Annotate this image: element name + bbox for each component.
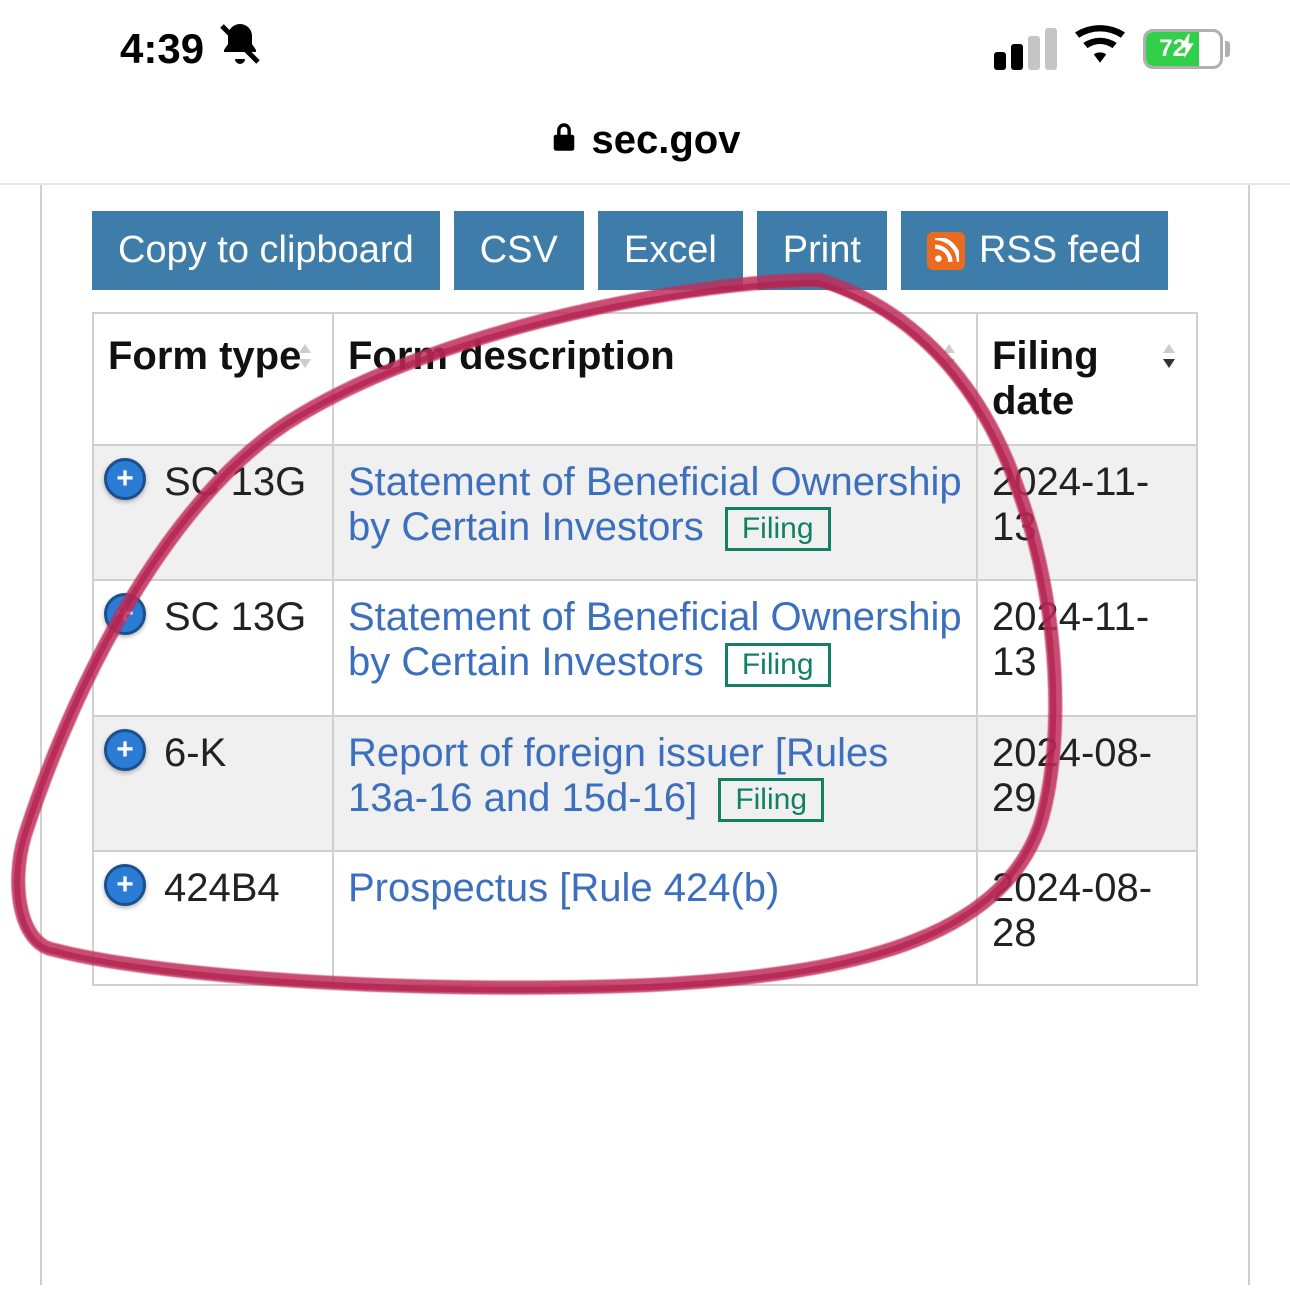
time-label: 4:39: [120, 25, 204, 73]
print-button[interactable]: Print: [757, 211, 887, 290]
table-row: + SC 13G Statement of Beneficial Ownership…: [93, 445, 1197, 580]
expand-row-button[interactable]: +: [104, 593, 146, 635]
status-bar: 4:39 72: [0, 0, 1290, 88]
excel-button[interactable]: Excel: [598, 211, 743, 290]
cell-form-description: Report of foreign issuer [Rules 13a-16 a…: [333, 716, 977, 851]
rss-label: RSS feed: [979, 229, 1142, 272]
filing-badge[interactable]: Filing: [725, 507, 831, 551]
filing-badge[interactable]: Filing: [725, 643, 831, 687]
cell-filing-date: 2024-11-13: [977, 445, 1197, 580]
filing-description-link[interactable]: Statement of Beneficial Ownership by Cer…: [348, 460, 962, 549]
rss-feed-button[interactable]: RSS feed: [901, 211, 1168, 290]
table-row: + SC 13G Statement of Beneficial Ownership…: [93, 580, 1197, 715]
sort-icon: [290, 336, 320, 381]
battery-indicator: 72: [1143, 29, 1230, 69]
url-bar[interactable]: sec.gov: [0, 88, 1290, 185]
charging-bolt-icon: [1179, 34, 1195, 65]
wifi-icon: [1075, 24, 1125, 74]
sort-icon: [934, 336, 964, 381]
form-type-text: 424B4: [164, 866, 280, 910]
cell-filing-date: 2024-08-28: [977, 851, 1197, 985]
header-form-type[interactable]: Form type: [93, 313, 333, 445]
cell-form-type: + SC 13G: [93, 580, 333, 715]
form-type-text: SC 13G: [164, 460, 306, 504]
url-domain: sec.gov: [592, 118, 741, 163]
cell-form-description: Statement of Beneficial Ownership by Cer…: [333, 445, 977, 580]
expand-row-button[interactable]: +: [104, 458, 146, 500]
table-row: +424B4 Prospectus [Rule 424(b) 2024-08-28: [93, 851, 1197, 985]
header-filing-date[interactable]: Filing date: [977, 313, 1197, 445]
bell-off-icon: [216, 20, 264, 78]
header-form-description[interactable]: Form description: [333, 313, 977, 445]
rss-icon: [927, 232, 965, 270]
copy-clipboard-button[interactable]: Copy to clipboard: [92, 211, 440, 290]
sort-desc-icon: [1154, 336, 1184, 381]
cell-form-type: +424B4: [93, 851, 333, 985]
filings-table: Form type Form description Filing date: [92, 312, 1198, 986]
cell-filing-date: 2024-11-13: [977, 580, 1197, 715]
table-row: +6-KReport of foreign issuer [Rules 13a-…: [93, 716, 1197, 851]
filing-description-link[interactable]: Statement of Beneficial Ownership by Cer…: [348, 595, 962, 684]
cellular-signal-icon: [994, 28, 1057, 70]
cell-form-type: +6-K: [93, 716, 333, 851]
form-type-text: SC 13G: [164, 595, 306, 639]
status-right: 72: [994, 24, 1230, 74]
cell-form-description: Statement of Beneficial Ownership by Cer…: [333, 580, 977, 715]
cell-form-description: Prospectus [Rule 424(b): [333, 851, 977, 985]
csv-button[interactable]: CSV: [454, 211, 584, 290]
expand-row-button[interactable]: +: [104, 729, 146, 771]
cell-form-type: + SC 13G: [93, 445, 333, 580]
expand-row-button[interactable]: +: [104, 864, 146, 906]
form-type-text: 6-K: [164, 731, 226, 775]
filing-description-link[interactable]: Prospectus [Rule 424(b): [348, 866, 779, 910]
filing-badge[interactable]: Filing: [718, 778, 824, 822]
lock-icon: [550, 118, 578, 163]
cell-filing-date: 2024-08-29: [977, 716, 1197, 851]
action-buttons: Copy to clipboard CSV Excel Print RSS fe…: [92, 211, 1198, 290]
status-left: 4:39: [50, 20, 264, 78]
